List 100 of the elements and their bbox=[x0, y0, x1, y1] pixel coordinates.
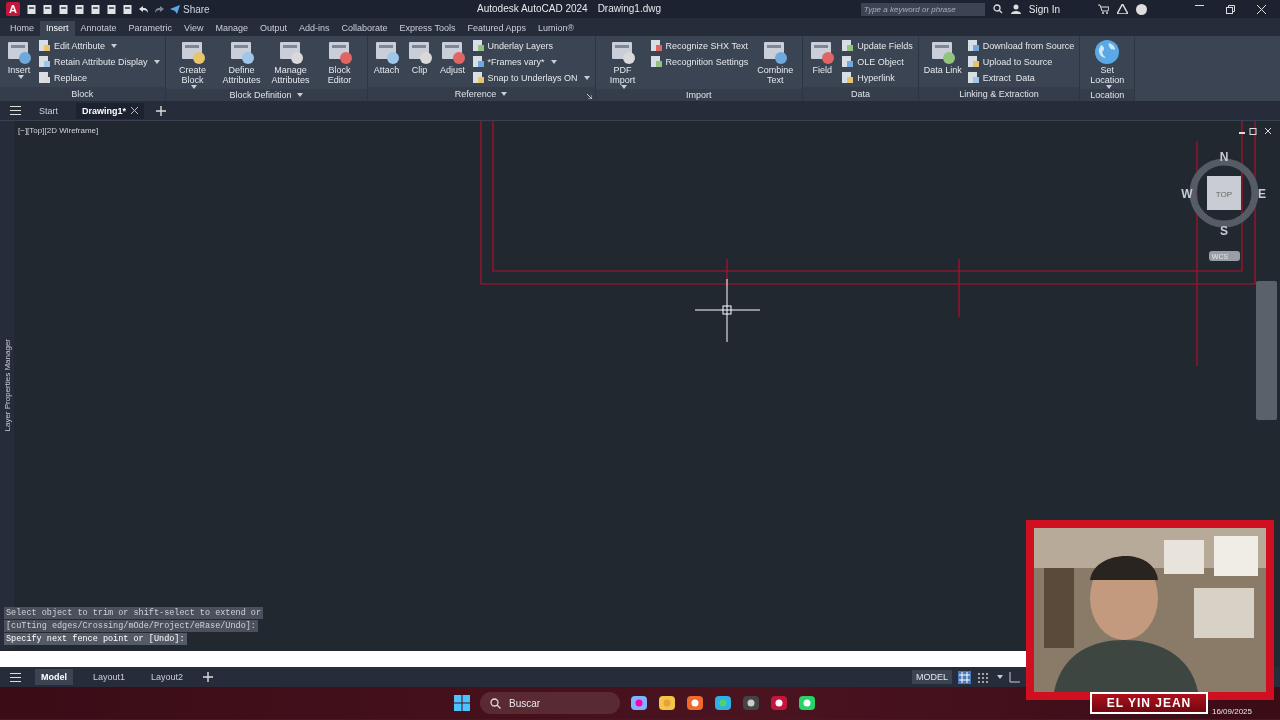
ribbon-tab[interactable]: Parametric bbox=[122, 21, 179, 36]
ribbon-button[interactable]: Snap to Underlays ON bbox=[471, 71, 590, 84]
app-icon[interactable] bbox=[630, 694, 648, 712]
app-icon[interactable] bbox=[658, 694, 676, 712]
ribbon-button[interactable]: Replace bbox=[38, 71, 160, 84]
ribbon-button[interactable]: Upload to Source bbox=[966, 55, 1075, 68]
document-icon bbox=[471, 71, 485, 84]
compass-letter[interactable]: E bbox=[1258, 187, 1266, 201]
ribbon-tab[interactable]: Manage bbox=[209, 21, 254, 36]
ribbon-button[interactable]: Extract Data bbox=[966, 71, 1075, 84]
snap-icon[interactable] bbox=[977, 671, 988, 683]
file-icon[interactable] bbox=[26, 3, 37, 15]
app-logo[interactable]: A bbox=[6, 2, 20, 16]
ortho-icon[interactable] bbox=[1009, 671, 1020, 683]
file-tab[interactable]: Start bbox=[33, 102, 64, 119]
undo-icon[interactable] bbox=[138, 4, 149, 14]
menu-icon[interactable] bbox=[10, 106, 21, 115]
ribbon-button[interactable]: Recognize SHX Text bbox=[649, 39, 749, 52]
globe-icon bbox=[1094, 39, 1121, 65]
ribbon-tab[interactable]: Output bbox=[253, 21, 293, 36]
viewcube-face[interactable]: TOP bbox=[1215, 190, 1233, 199]
caret-icon bbox=[111, 43, 118, 48]
compass-letter[interactable]: S bbox=[1220, 224, 1228, 238]
ribbon-button[interactable]: Attach bbox=[372, 39, 401, 75]
document-icon bbox=[966, 55, 980, 68]
file-icon[interactable] bbox=[90, 3, 101, 15]
taskbar-search[interactable]: Buscar bbox=[480, 692, 620, 714]
ribbon-button[interactable]: Hyperlink bbox=[841, 71, 913, 84]
app-icon[interactable] bbox=[742, 694, 760, 712]
search-field[interactable]: Type a keyword or phrase bbox=[860, 2, 985, 16]
ribbon-button[interactable]: *Frames vary* bbox=[471, 55, 590, 68]
app-icon[interactable] bbox=[714, 694, 732, 712]
file-name: Drawing1.dwg bbox=[597, 3, 661, 14]
layout-tab[interactable]: Layout2 bbox=[145, 669, 190, 685]
ribbon-tab[interactable]: Insert bbox=[40, 21, 75, 36]
ribbon-button[interactable]: Set Location bbox=[1085, 39, 1130, 89]
triangle-icon[interactable] bbox=[1117, 4, 1128, 14]
ribbon-button[interactable]: Block Editor bbox=[317, 39, 362, 85]
sign-in-link[interactable]: Sign In bbox=[1028, 3, 1060, 15]
ribbon-tab[interactable]: Featured Apps bbox=[461, 21, 532, 36]
command-input[interactable] bbox=[0, 651, 1026, 667]
ribbon-tab[interactable]: Collaborate bbox=[335, 21, 394, 36]
app-icon[interactable] bbox=[770, 694, 788, 712]
ribbon-button[interactable]: Edit Attribute bbox=[38, 39, 160, 52]
ribbon-button[interactable]: OLE Object bbox=[841, 55, 913, 68]
viewport-label[interactable]: [−][Top][2D Wireframe] bbox=[18, 126, 99, 135]
search-icon[interactable] bbox=[992, 4, 1003, 14]
close-icon[interactable] bbox=[1257, 4, 1266, 14]
ribbon-tab[interactable]: Lumion® bbox=[531, 21, 581, 36]
caret-icon bbox=[583, 75, 590, 80]
ribbon-tab[interactable]: View bbox=[178, 21, 210, 36]
ribbon-tab[interactable]: Add-ins bbox=[293, 21, 336, 36]
ribbon-button[interactable]: Download from Source bbox=[966, 39, 1075, 52]
ribbon-button[interactable]: Update Fields bbox=[841, 39, 913, 52]
restore-icon[interactable] bbox=[1226, 4, 1235, 14]
close-icon[interactable] bbox=[131, 107, 139, 114]
cart-icon[interactable] bbox=[1098, 4, 1109, 14]
app-icon[interactable] bbox=[686, 694, 704, 712]
ribbon-button[interactable]: Insert bbox=[5, 39, 33, 79]
restore-icon[interactable] bbox=[1249, 128, 1257, 135]
windows-logo-icon[interactable] bbox=[454, 695, 470, 711]
ribbon-button[interactable]: Field bbox=[808, 39, 837, 75]
minimize-icon[interactable] bbox=[1195, 4, 1204, 6]
caret-icon bbox=[296, 93, 303, 97]
caret-icon bbox=[153, 59, 160, 64]
close-icon[interactable] bbox=[1264, 127, 1272, 135]
ribbon-button[interactable]: PDF Import bbox=[600, 39, 645, 89]
redo-icon[interactable] bbox=[154, 4, 165, 14]
app-icon[interactable] bbox=[798, 694, 816, 712]
ribbon-tab[interactable]: Express Tools bbox=[393, 21, 462, 36]
menu-icon[interactable] bbox=[10, 672, 21, 682]
caret-icon bbox=[501, 92, 508, 96]
model-space-button[interactable]: MODEL bbox=[912, 670, 952, 684]
plus-icon[interactable] bbox=[156, 105, 167, 116]
ribbon-button[interactable]: Create Block bbox=[170, 39, 215, 89]
ribbon-button[interactable]: Data Link bbox=[923, 39, 962, 75]
ribbon-button[interactable]: Underlay Layers bbox=[471, 39, 590, 52]
share-button[interactable]: Share bbox=[170, 3, 210, 15]
ribbon-button[interactable]: Recognition Settings bbox=[649, 55, 749, 68]
ribbon-button[interactable]: Define Attributes bbox=[219, 39, 264, 85]
compass-letter[interactable]: N bbox=[1219, 150, 1229, 164]
ribbon-button[interactable]: Manage Attributes bbox=[268, 39, 313, 85]
panel-title: Import bbox=[686, 90, 712, 100]
ucs-menu[interactable] bbox=[1209, 251, 1240, 261]
ribbon-button[interactable]: Clip bbox=[405, 39, 434, 75]
document-icon bbox=[841, 55, 855, 68]
launcher-icon[interactable] bbox=[586, 94, 592, 99]
plus-icon[interactable] bbox=[203, 672, 214, 682]
ribbon-button[interactable]: Adjust bbox=[438, 39, 467, 75]
layout-tab[interactable]: Layout1 bbox=[87, 669, 132, 685]
document-icon bbox=[841, 71, 855, 84]
ribbon-tab[interactable]: Annotate bbox=[74, 21, 123, 36]
file-tab[interactable]: Drawing1* bbox=[76, 102, 145, 119]
ribbon-tab[interactable]: Home bbox=[4, 21, 40, 36]
ribbon-button[interactable]: Combine Text bbox=[753, 39, 798, 85]
grid-icon[interactable] bbox=[958, 670, 971, 684]
layout-tab[interactable]: Model bbox=[35, 669, 73, 685]
palette-title[interactable]: Layer Properties Manager bbox=[2, 338, 12, 432]
compass-letter[interactable]: W bbox=[1181, 187, 1193, 201]
ribbon-button[interactable]: Retain Attribute Display bbox=[38, 55, 160, 68]
